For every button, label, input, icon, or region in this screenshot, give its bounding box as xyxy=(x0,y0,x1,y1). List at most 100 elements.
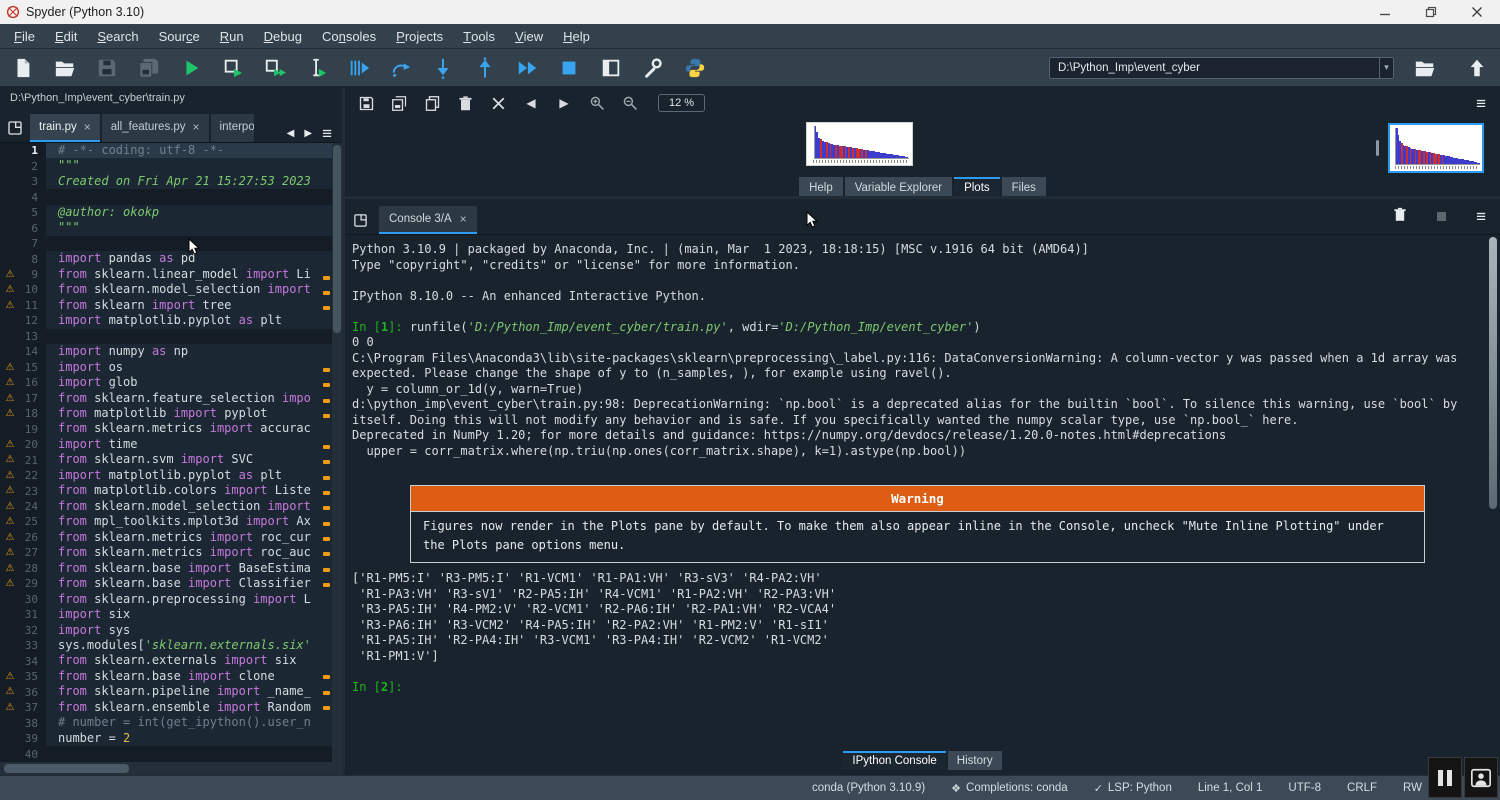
code-line[interactable]: ⚠ 22 import matplotlib.pyplot as plt xyxy=(0,468,342,483)
code-line-text[interactable]: @author: okokp xyxy=(46,205,342,220)
plot-figure[interactable] xyxy=(806,122,913,166)
menu-item[interactable]: View xyxy=(505,24,553,48)
run-selection-icon[interactable] xyxy=(304,55,330,81)
close-icon[interactable]: × xyxy=(84,120,91,134)
code-line-text[interactable]: import os xyxy=(46,360,342,375)
console-bottom-tab[interactable]: IPython Console xyxy=(843,751,945,770)
code-line-text[interactable]: from sklearn.base import clone xyxy=(46,669,342,684)
code-line[interactable]: ⚠ 6 """ xyxy=(0,220,342,235)
code-line-text[interactable]: from matplotlib import pyplot xyxy=(46,406,342,421)
code-line[interactable]: ⚠ 32 import sys xyxy=(0,623,342,638)
code-line[interactable]: ⚠ 33 sys.modules['sklearn.externals.six' xyxy=(0,638,342,653)
code-line[interactable]: ⚠ 5 @author: okokp xyxy=(0,205,342,220)
scrollbar-thumb[interactable] xyxy=(333,145,341,333)
line-number[interactable]: 26 xyxy=(20,531,46,544)
code-line-text[interactable]: number = 2 xyxy=(46,731,342,746)
code-line[interactable]: ⚠ 39 number = 2 xyxy=(0,731,342,746)
scrollbar-thumb[interactable] xyxy=(4,764,129,773)
line-number[interactable]: 23 xyxy=(20,485,46,498)
remove-console-icon[interactable] xyxy=(1393,207,1407,227)
line-number[interactable]: 5 xyxy=(20,206,46,219)
code-line[interactable]: ⚠ 9 from sklearn.linear_model import Li xyxy=(0,267,342,282)
minimize-button[interactable] xyxy=(1362,0,1408,24)
line-number[interactable]: 7 xyxy=(20,237,46,250)
line-number[interactable]: 27 xyxy=(20,546,46,559)
code-line-text[interactable]: from sklearn.linear_model import Li xyxy=(46,267,342,282)
code-line[interactable]: ⚠ 11 from sklearn import tree xyxy=(0,298,342,313)
code-line-text[interactable]: from sklearn.preprocessing import L xyxy=(46,592,342,607)
code-line[interactable]: ⚠ 26 from sklearn.metrics import roc_cur xyxy=(0,530,342,545)
line-number[interactable]: 33 xyxy=(20,639,46,652)
line-number[interactable]: 13 xyxy=(20,330,46,343)
code-line[interactable]: ⚠ 19 from sklearn.metrics import accurac xyxy=(0,421,342,436)
code-line[interactable]: ⚠ 3 Created on Fri Apr 21 15:27:53 2023 xyxy=(0,174,342,189)
code-line[interactable]: ⚠ 8 import pandas as pd xyxy=(0,251,342,266)
line-number[interactable]: 22 xyxy=(20,469,46,482)
plot-thumbnail-selected[interactable] xyxy=(1388,123,1484,173)
continue-icon[interactable] xyxy=(514,55,540,81)
new-file-icon[interactable] xyxy=(10,55,36,81)
code-line[interactable]: ⚠ 20 import time xyxy=(0,437,342,452)
debug-file-icon[interactable] xyxy=(346,55,372,81)
line-number[interactable]: 18 xyxy=(20,407,46,420)
code-line[interactable]: ⚠ 40 xyxy=(0,746,342,761)
stop-icon[interactable] xyxy=(556,55,582,81)
line-number[interactable]: 14 xyxy=(20,345,46,358)
code-line[interactable]: ⚠ 30 from sklearn.preprocessing import L xyxy=(0,592,342,607)
code-line-text[interactable]: from sklearn.ensemble import Random xyxy=(46,700,342,715)
menu-item[interactable]: Help xyxy=(553,24,600,48)
code-line[interactable]: ⚠ 25 from mpl_toolkits.mplot3d import Ax xyxy=(0,514,342,529)
code-editor[interactable]: ⚠ 1 # -*- coding: utf-8 -*- ⚠ 2 """ ⚠ 3 … xyxy=(0,143,342,762)
code-line[interactable]: ⚠ 24 from sklearn.model_selection import xyxy=(0,499,342,514)
code-line-text[interactable]: """ xyxy=(46,220,342,235)
code-line[interactable]: ⚠ 4 xyxy=(0,189,342,204)
code-line[interactable]: ⚠ 12 import matplotlib.pyplot as plt xyxy=(0,313,342,328)
line-number[interactable]: 36 xyxy=(20,686,46,699)
code-line-text[interactable]: import sys xyxy=(46,623,342,638)
console-bottom-tab[interactable]: History xyxy=(948,751,1002,770)
code-line-text[interactable]: import numpy as np xyxy=(46,344,342,359)
console-output[interactable]: Python 3.10.9 | packaged by Anaconda, In… xyxy=(345,235,1500,751)
console-scrollbar[interactable] xyxy=(1489,237,1497,509)
line-number[interactable]: 30 xyxy=(20,593,46,606)
browse-directory-icon[interactable] xyxy=(1412,55,1438,81)
line-number[interactable]: 2 xyxy=(20,160,46,173)
line-number[interactable]: 3 xyxy=(20,175,46,188)
code-line-text[interactable]: from sklearn.model_selection import xyxy=(46,282,342,297)
code-line-text[interactable]: from sklearn.metrics import roc_cur xyxy=(46,530,342,545)
line-number[interactable]: 15 xyxy=(20,361,46,374)
next-plot-icon[interactable]: ▶ xyxy=(555,94,573,112)
webcam-overlay-button[interactable] xyxy=(1464,757,1498,798)
zoom-out-icon[interactable] xyxy=(621,94,639,112)
line-number[interactable]: 20 xyxy=(20,438,46,451)
code-line[interactable]: ⚠ 18 from matplotlib import pyplot xyxy=(0,406,342,421)
code-line-text[interactable]: from sklearn.metrics import roc_auc xyxy=(46,545,342,560)
code-line[interactable]: ⚠ 14 import numpy as np xyxy=(0,344,342,359)
code-line-text[interactable]: from sklearn.feature_selection impo xyxy=(46,391,342,406)
code-line[interactable]: ⚠ 27 from sklearn.metrics import roc_auc xyxy=(0,545,342,560)
code-line[interactable]: ⚠ 15 import os xyxy=(0,360,342,375)
console-switcher-icon[interactable] xyxy=(345,206,375,234)
code-line[interactable]: ⚠ 13 xyxy=(0,329,342,344)
code-line[interactable]: ⚠ 17 from sklearn.feature_selection impo xyxy=(0,391,342,406)
step-into-icon[interactable] xyxy=(430,55,456,81)
code-line-text[interactable]: import glob xyxy=(46,375,342,390)
code-line[interactable]: ⚠ 34 from sklearn.externals import six xyxy=(0,653,342,668)
editor-options-menu-icon[interactable]: ≡ xyxy=(322,125,332,142)
menu-item[interactable]: Projects xyxy=(386,24,453,48)
console-tab[interactable]: Console 3/A × xyxy=(379,206,477,234)
line-number[interactable]: 40 xyxy=(20,748,46,761)
code-line[interactable]: ⚠ 37 from sklearn.ensemble import Random xyxy=(0,700,342,715)
plots-splitter-handle[interactable] xyxy=(1373,118,1382,177)
code-line[interactable]: ⚠ 21 from sklearn.svm import SVC xyxy=(0,452,342,467)
step-out-icon[interactable] xyxy=(472,55,498,81)
line-number[interactable]: 10 xyxy=(20,283,46,296)
line-number[interactable]: 25 xyxy=(20,515,46,528)
code-line[interactable]: ⚠ 16 import glob xyxy=(0,375,342,390)
line-number[interactable]: 17 xyxy=(20,392,46,405)
line-number[interactable]: 21 xyxy=(20,454,46,467)
menu-item[interactable]: Debug xyxy=(254,24,312,48)
console-options-menu-icon[interactable]: ≡ xyxy=(1476,208,1486,225)
step-over-icon[interactable] xyxy=(388,55,414,81)
line-number[interactable]: 19 xyxy=(20,423,46,436)
